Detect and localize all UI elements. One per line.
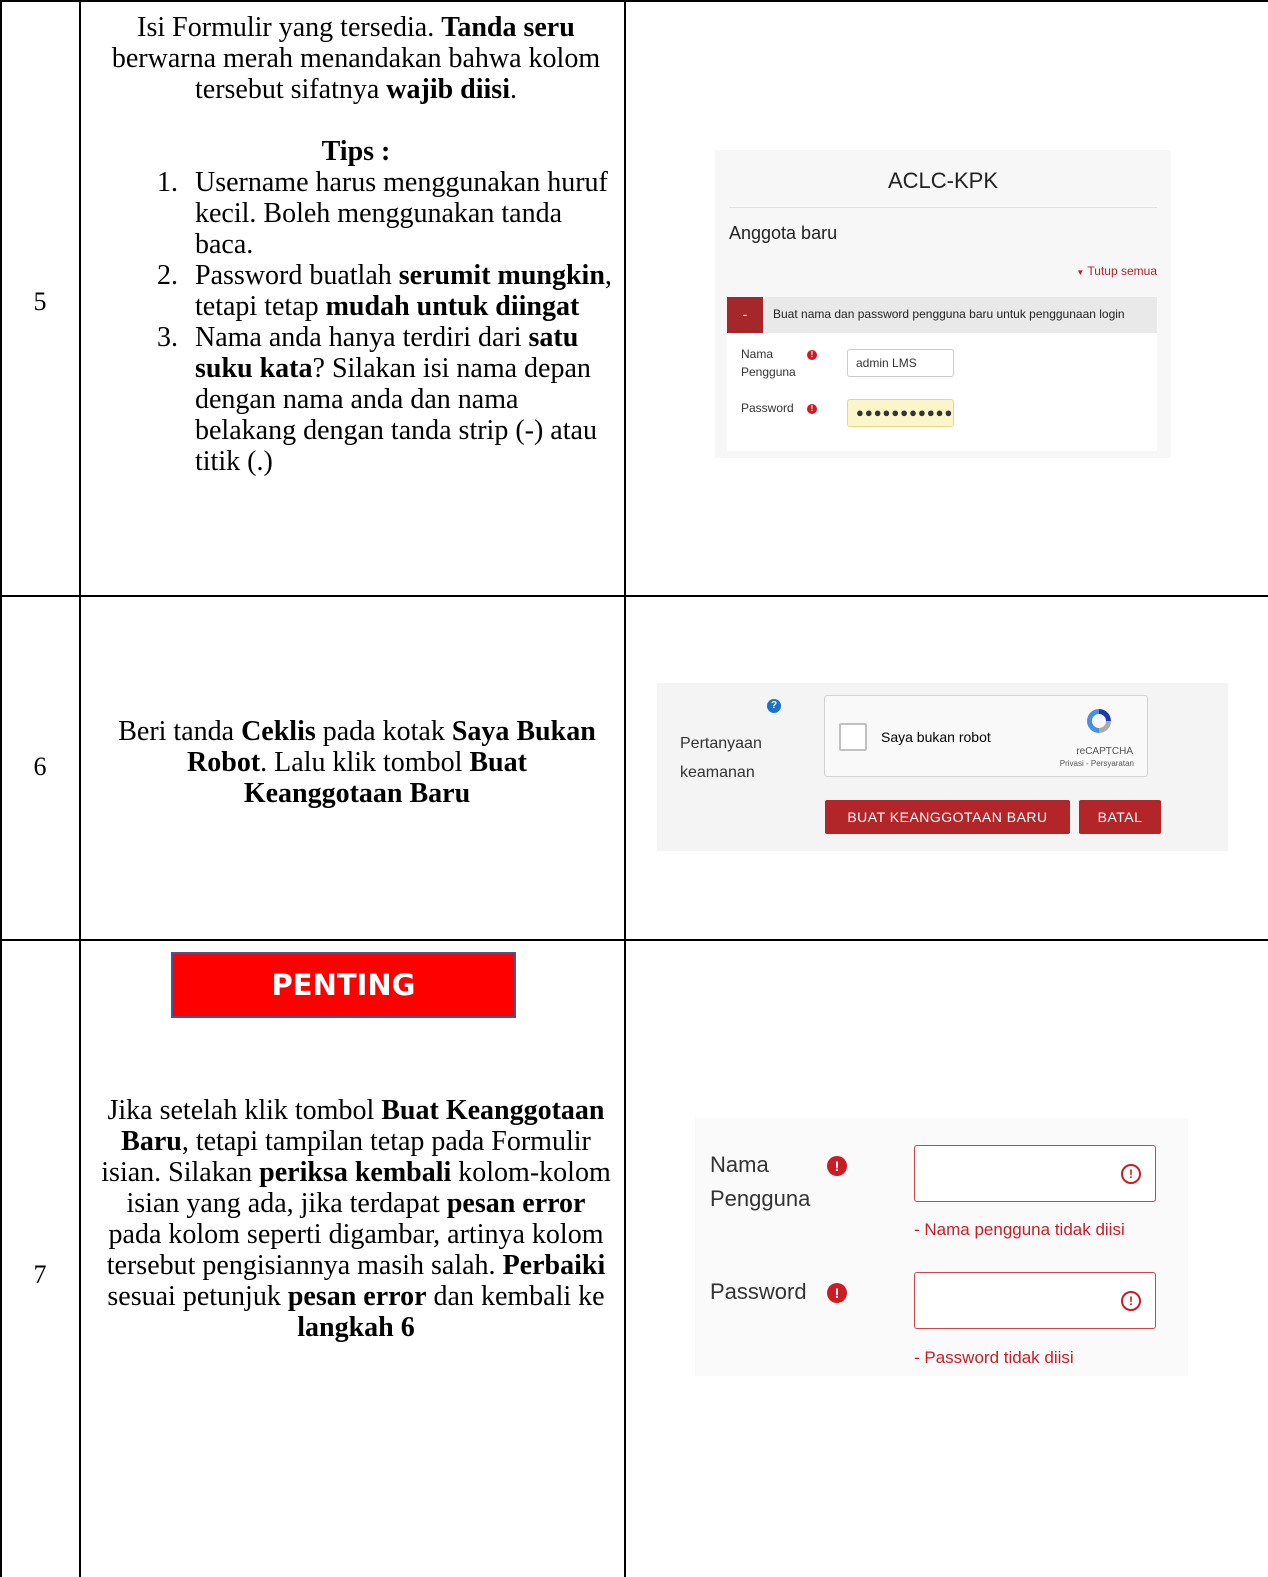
username-label: Nama Pengguna (741, 347, 796, 379)
create-account-button[interactable]: BUAT KEANGGOTAAN BARU (825, 800, 1070, 834)
required-icon: ! (827, 1156, 847, 1176)
recaptcha-name: reCAPTCHA (1076, 746, 1133, 757)
required-icon: ! (807, 404, 817, 414)
step-number-5: 5 (33, 287, 47, 316)
required-icon: ! (827, 1283, 847, 1303)
password-error-message: - Password tidak diisi (914, 1348, 1074, 1367)
section-panel: Nama Pengguna ! admin LMS Password ! ●●●… (727, 333, 1157, 451)
step-5-intro: Isi Formulir yang tersedia. Tanda seru b… (111, 12, 601, 105)
step-5-instructions: Isi Formulir yang tersedia. Tanda seru b… (100, 12, 612, 477)
tip-item: Nama anda hanya terdiri dari satu suku k… (185, 322, 612, 477)
tip-item: Username harus menggunakan huruf kecil. … (185, 167, 612, 260)
page-heading: Anggota baru (729, 223, 838, 243)
table-row-top-border (0, 0, 1268, 2)
error-fields-screenshot: Nama Pengguna ! ! - Nama pengguna tidak … (695, 1118, 1188, 1376)
error-icon: ! (1121, 1291, 1141, 1311)
table-column-divider-1 (79, 0, 81, 1577)
help-icon[interactable]: ? (767, 699, 781, 713)
caret-down-icon: ▼ (1076, 268, 1085, 277)
recaptcha-links[interactable]: Privasi - Persyaratan (1060, 759, 1134, 768)
security-question-label: Pertanyaan keamanan (680, 735, 762, 781)
recaptcha-widget: Saya bukan robot reCAPTCHA Privasi - Per… (824, 695, 1148, 777)
site-name: ACLC-KPK (887, 168, 999, 193)
username-input[interactable]: admin LMS (847, 349, 954, 377)
divider (729, 207, 1157, 208)
tip-item: Password buatlah serumit mungkin, tetapi… (185, 260, 612, 322)
username-input[interactable]: ! (914, 1145, 1156, 1202)
password-label: Password (741, 401, 794, 415)
section-header[interactable]: - Buat nama dan password pengguna baru u… (727, 297, 1157, 333)
collapse-all-link[interactable]: ▼ Tutup semua (1076, 264, 1157, 278)
step-number-7: 7 (33, 1260, 47, 1289)
step-number-6: 6 (33, 752, 47, 781)
step-7-instructions: Jika setelah klik tombol Buat Keanggotaa… (101, 1095, 611, 1343)
password-input[interactable]: ●●●●●●●●●●● (847, 399, 954, 427)
captcha-screenshot: ? Pertanyaan keamanan Saya bukan robot r… (657, 683, 1228, 851)
recaptcha-logo-icon (1087, 709, 1111, 733)
table-column-divider-2 (624, 0, 626, 1577)
username-error-message: - Nama pengguna tidak diisi (914, 1220, 1125, 1239)
cancel-button[interactable]: BATAL (1079, 800, 1161, 834)
required-icon: ! (807, 350, 817, 360)
password-label: Password (710, 1279, 807, 1304)
tips-list: Username harus menggunakan huruf kecil. … (100, 167, 612, 477)
section-title: Buat nama dan password pengguna baru unt… (773, 307, 1125, 321)
step-6-instructions: Beri tanda Ceklis pada kotak Saya Bukan … (118, 716, 596, 809)
table-row-divider-2 (0, 939, 1268, 941)
tips-title: Tips : (321, 136, 391, 167)
password-input[interactable]: ! (914, 1272, 1156, 1329)
not-robot-checkbox[interactable] (839, 723, 867, 751)
important-banner: PENTING (171, 952, 516, 1018)
table-row-divider-1 (0, 595, 1268, 597)
error-icon: ! (1121, 1164, 1141, 1184)
not-robot-label: Saya bukan robot (881, 729, 991, 745)
collapse-toggle-button[interactable]: - (727, 297, 763, 333)
username-label: Nama Pengguna (710, 1152, 811, 1211)
signup-form-screenshot: ACLC-KPK Anggota baru ▼ Tutup semua - Bu… (715, 150, 1171, 458)
table-border-left (0, 0, 2, 1577)
